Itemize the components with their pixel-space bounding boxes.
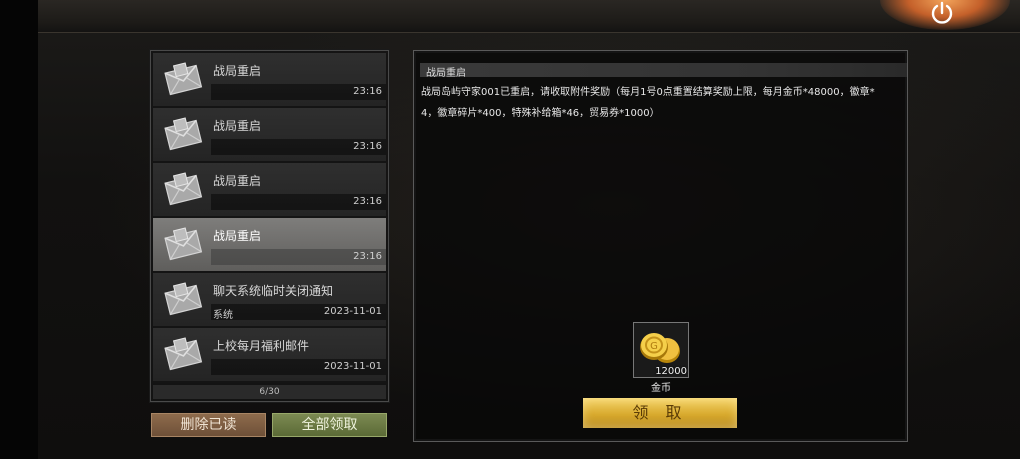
mail-title: 上校每月福利邮件 [213, 339, 310, 353]
mail-time: 2023-11-01 [323, 361, 382, 372]
mail-item[interactable]: 战局重启 23:16 [153, 53, 386, 108]
mail-meta-bar: 23:16 [211, 139, 386, 155]
left-edge-band [0, 0, 38, 459]
envelope-icon [163, 334, 203, 374]
gold-coin-icon: G [640, 333, 680, 363]
detail-body-line: 战局岛屿守家001已重启，请收取附件奖励（每月1号0点重置结算奖励上限，每月金币… [421, 87, 875, 98]
mail-sender: 系统 [213, 310, 233, 321]
power-icon [931, 1, 953, 24]
mail-time: 23:16 [353, 196, 382, 207]
mail-time: 23:16 [353, 86, 382, 97]
svg-text:G: G [650, 341, 658, 352]
detail-header: 战局重启 [420, 63, 907, 79]
delete-read-button[interactable]: 删除已读 [151, 413, 266, 437]
reward-slot[interactable]: G 12000 [633, 322, 689, 378]
mail-meta-bar: 2023-11-01 [211, 359, 386, 375]
mail-title: 战局重启 [213, 64, 262, 78]
claim-all-button[interactable]: 全部领取 [272, 413, 387, 437]
mail-time: 23:16 [353, 251, 382, 262]
mail-title: 战局重启 [213, 174, 262, 188]
detail-body: 战局岛屿守家001已重启，请收取附件奖励（每月1号0点重置结算奖励上限，每月金币… [421, 82, 899, 124]
power-button[interactable] [928, 0, 956, 26]
mail-time: 2023-11-01 [323, 306, 382, 317]
mail-title: 战局重启 [213, 119, 262, 133]
top-rail [38, 0, 1020, 33]
mail-meta-bar: 23:16 [211, 249, 386, 265]
envelope-icon [163, 279, 203, 319]
mail-meta-bar: 系统 2023-11-01 [211, 304, 386, 321]
mail-time: 23:16 [353, 141, 382, 152]
mail-item[interactable]: 战局重启 23:16 [153, 163, 386, 218]
mail-pager: 6/30 [153, 385, 386, 399]
mail-item[interactable]: 聊天系统临时关闭通知 系统 2023-11-01 [153, 273, 386, 328]
detail-title: 战局重启 [426, 68, 466, 79]
mail-title: 聊天系统临时关闭通知 [213, 284, 334, 298]
reward-name: 金币 [651, 383, 671, 394]
mail-item[interactable]: 上校每月福利邮件 2023-11-01 [153, 328, 386, 383]
mail-detail-panel: 战局重启 战局岛屿守家001已重启，请收取附件奖励（每月1号0点重置结算奖励上限… [413, 50, 908, 442]
mail-meta-bar: 23:16 [211, 84, 386, 100]
mail-item[interactable]: 战局重启 23:16 [153, 218, 386, 273]
claim-button[interactable]: 领 取 [583, 398, 737, 428]
mail-item[interactable]: 战局重启 23:16 [153, 108, 386, 163]
mail-meta-bar: 23:16 [211, 194, 386, 210]
detail-body-line: 4，徽章碎片*400，特殊补给箱*46，贸易券*1000） [421, 108, 660, 119]
mail-title: 战局重启 [213, 229, 262, 243]
envelope-icon [163, 169, 203, 209]
mail-list-panel: 战局重启 23:16 战局重启 23:16 战局重启 23:16 战局重启 23:16 聊天系统… [150, 50, 389, 402]
reward-count: 12000 [655, 366, 687, 377]
envelope-icon [163, 224, 203, 264]
mail-screen: 战局重启 23:16 战局重启 23:16 战局重启 23:16 战局重启 23:16 聊天系统… [0, 0, 1020, 459]
envelope-icon [163, 114, 203, 154]
envelope-icon [163, 59, 203, 99]
